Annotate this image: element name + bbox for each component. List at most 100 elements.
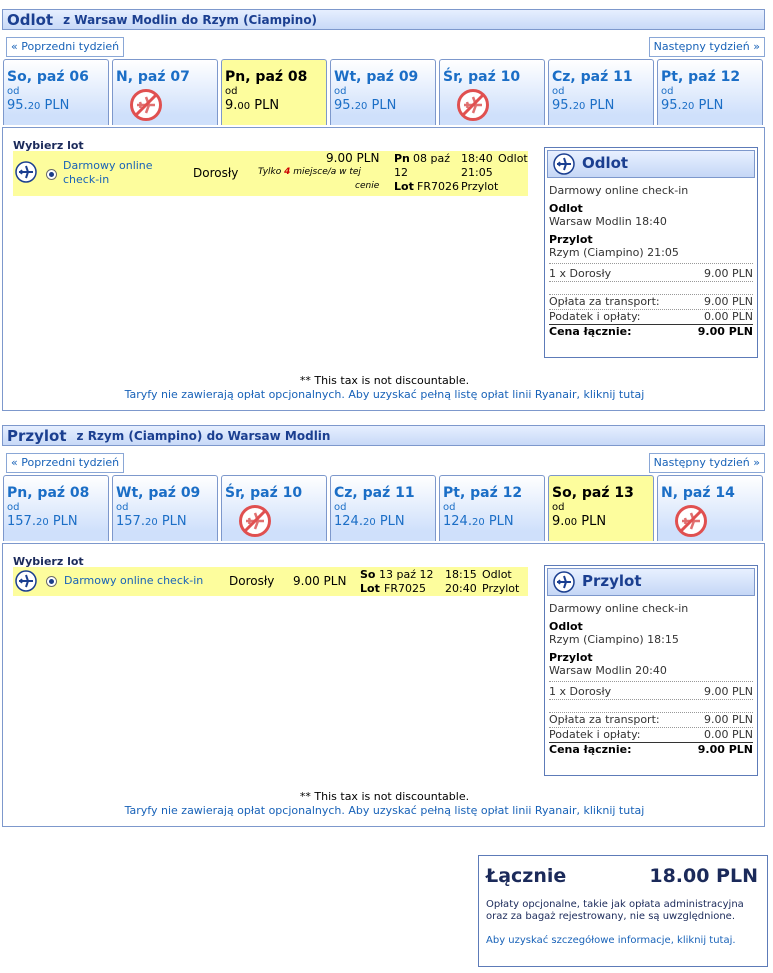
transport-label: Opłata za transport: bbox=[549, 295, 660, 308]
tax-label: Podatek i opłaty: bbox=[549, 728, 641, 741]
inbound-route: z Rzym (Ciampino) do Warsaw Modlin bbox=[76, 428, 331, 443]
tax-label: Podatek i opłaty: bbox=[549, 310, 641, 323]
transport-label: Opłata za transport: bbox=[549, 713, 660, 726]
outbound-arr-time: 21:05 bbox=[461, 166, 493, 179]
inbound-flight-row[interactable]: Darmowy online check-in Dorosły 9.00 PLN… bbox=[13, 567, 528, 596]
inbound-summary-box: Przylot Darmowy online check-in Odlot Rz… bbox=[544, 565, 758, 776]
inbound-summary-arr-value: Warsaw Modlin 20:40 bbox=[549, 664, 667, 677]
inbound-dep-time: 18:15 bbox=[445, 568, 477, 581]
day-tab[interactable]: N, paź 14 bbox=[657, 475, 763, 541]
day-tab-price: 95.20 PLN bbox=[552, 98, 653, 113]
outbound-title: Odlot bbox=[7, 10, 54, 29]
day-tab[interactable]: So, paź 06 od 95.20 PLN bbox=[3, 59, 109, 125]
day-tab-label: Pt, paź 12 bbox=[443, 485, 523, 501]
outbound-route: z Warsaw Modlin do Rzym (Ciampino) bbox=[63, 12, 318, 27]
inbound-next-week-button[interactable]: Następny tydzień » bbox=[648, 453, 765, 473]
day-tab[interactable]: Pt, paź 12 od 124.20 PLN bbox=[439, 475, 545, 541]
day-tab-label: N, paź 07 bbox=[116, 69, 190, 85]
outbound-summary-transport-line: Opłata za transport: 9.00 PLN bbox=[549, 294, 753, 310]
seats-post: miejsce/a w tej bbox=[290, 167, 361, 177]
day-tab[interactable]: Wt, paź 09 od 157.20 PLN bbox=[112, 475, 218, 541]
day-tab[interactable]: Śr, paź 10 bbox=[221, 475, 327, 541]
pax-value: 9.00 PLN bbox=[704, 267, 753, 280]
outbound-date-line1: 08 paź bbox=[413, 152, 450, 165]
day-tab[interactable]: N, paź 07 bbox=[112, 59, 218, 125]
inbound-header: Przylot z Rzym (Ciampino) do Warsaw Modl… bbox=[2, 425, 765, 446]
outbound-day-tabs: So, paź 06 od 95.20 PLN N, paź 07 Pn, paź 08… bbox=[2, 59, 765, 127]
no-flight-icon bbox=[130, 89, 162, 121]
price-main: 124. bbox=[334, 514, 363, 529]
outbound-summary-fare: Darmowy online check-in bbox=[549, 184, 689, 197]
plane-icon bbox=[15, 570, 37, 592]
outbound-summary-arr-value: Rzym (Ciampino) 21:05 bbox=[549, 246, 679, 259]
day-tab-od: od bbox=[334, 86, 347, 97]
inbound-summary-transport-line: Opłata za transport: 9.00 PLN bbox=[549, 712, 753, 728]
day-tab[interactable]: So, paź 13 od 9.00 PLN bbox=[548, 475, 654, 541]
inbound-summary-arr-heading: Przylot bbox=[549, 651, 593, 664]
day-tab[interactable]: Wt, paź 09 od 95.20 PLN bbox=[330, 59, 436, 125]
day-tab[interactable]: Pn, paź 08 od 9.00 PLN bbox=[221, 59, 327, 125]
inbound-prev-week-button[interactable]: « Poprzedni tydzień bbox=[6, 453, 125, 473]
pax-label: 1 x Dorosły bbox=[549, 685, 612, 698]
inbound-fare: Darmowy online check-in bbox=[64, 574, 204, 587]
outbound-lot-label: Lot bbox=[394, 180, 414, 193]
inbound-flight-radio[interactable] bbox=[46, 576, 57, 587]
outbound-summary-dep-value: Warsaw Modlin 18:40 bbox=[549, 215, 667, 228]
outbound-week-nav: « Poprzedni tydzień Następny tydzień » bbox=[2, 37, 765, 57]
day-tab-od: od bbox=[443, 502, 456, 513]
outbound-dep-time: 18:40 bbox=[461, 152, 493, 165]
day-tab-price: 9.00 PLN bbox=[225, 98, 326, 113]
day-tab-label: So, paź 06 bbox=[7, 69, 89, 85]
day-tab[interactable]: Cz, paź 11 od 95.20 PLN bbox=[548, 59, 654, 125]
outbound-flight-price: 9.00 PLN bbox=[326, 151, 380, 165]
day-tab-price: 95.20 PLN bbox=[7, 98, 108, 113]
day-tab-label: So, paź 13 bbox=[552, 485, 634, 501]
day-tab[interactable]: Śr, paź 10 bbox=[439, 59, 545, 125]
outbound-header: Odlot z Warsaw Modlin do Rzym (Ciampino) bbox=[2, 9, 765, 30]
day-tab[interactable]: Pn, paź 08 od 157.20 PLN bbox=[3, 475, 109, 541]
outbound-passenger-type: Dorosły bbox=[193, 166, 239, 180]
day-tab[interactable]: Pt, paź 12 od 95.20 PLN bbox=[657, 59, 763, 125]
grand-total-details-link[interactable]: Aby uzyskać szczegółowe informacje, klik… bbox=[486, 935, 744, 947]
price-currency: PLN bbox=[694, 98, 724, 113]
outbound-prev-week-button[interactable]: « Poprzedni tydzień bbox=[6, 37, 125, 57]
plane-icon bbox=[15, 161, 37, 183]
price-currency: PLN bbox=[484, 514, 514, 529]
price-decimal: 20 bbox=[471, 517, 485, 528]
outbound-section: Odlot z Warsaw Modlin do Rzym (Ciampino)… bbox=[2, 9, 765, 411]
no-flight-icon bbox=[457, 89, 489, 121]
outbound-flight-radio[interactable] bbox=[46, 169, 57, 180]
day-tab-od: od bbox=[552, 502, 565, 513]
plane-icon bbox=[553, 571, 575, 593]
price-decimal: 20 bbox=[681, 101, 695, 112]
inbound-dep-label: Odlot bbox=[482, 568, 512, 581]
price-main: 124. bbox=[443, 514, 472, 529]
plane-icon bbox=[553, 153, 575, 175]
day-tab-od: od bbox=[552, 86, 565, 97]
day-tab-label: Pt, paź 12 bbox=[661, 69, 741, 85]
inbound-summary-title: Przylot bbox=[582, 572, 642, 590]
day-tab-od: od bbox=[661, 86, 674, 97]
outbound-summary-arr-heading: Przylot bbox=[549, 233, 593, 246]
grand-total-value: 18.00 PLN bbox=[649, 865, 758, 887]
day-tab-label: Śr, paź 10 bbox=[443, 69, 521, 85]
outbound-flight-row[interactable]: Darmowy online check-in Dorosły 9.00 PLN… bbox=[13, 151, 528, 196]
outbound-date-line2: 12 bbox=[394, 166, 408, 179]
inbound-passenger-type: Dorosły bbox=[229, 574, 275, 588]
day-tab-od: od bbox=[7, 86, 20, 97]
outbound-fees-link[interactable]: Taryfy nie zawierają opłat opcjonalnych.… bbox=[3, 388, 766, 401]
grand-total-box: Łącznie 18.00 PLN Opłaty opcjonalne, tak… bbox=[478, 855, 768, 967]
outbound-summary-box: Odlot Darmowy online check-in Odlot Wars… bbox=[544, 147, 758, 358]
outbound-next-week-button[interactable]: Następny tydzień » bbox=[648, 37, 765, 57]
day-tab-label: Wt, paź 09 bbox=[334, 69, 419, 85]
inbound-flight-price: 9.00 PLN bbox=[293, 574, 347, 588]
day-tab[interactable]: Cz, paź 11 od 124.20 PLN bbox=[330, 475, 436, 541]
outbound-summary-header: Odlot bbox=[547, 150, 755, 178]
price-currency: PLN bbox=[40, 98, 70, 113]
price-main: 95. bbox=[334, 98, 355, 113]
inbound-tax-note: ** This tax is not discountable. bbox=[299, 790, 470, 803]
price-main: 157. bbox=[116, 514, 145, 529]
inbound-fees-link[interactable]: Taryfy nie zawierają opłat opcjonalnych.… bbox=[3, 804, 766, 817]
inbound-summary-fare: Darmowy online check-in bbox=[549, 602, 689, 615]
price-decimal: 20 bbox=[354, 101, 368, 112]
